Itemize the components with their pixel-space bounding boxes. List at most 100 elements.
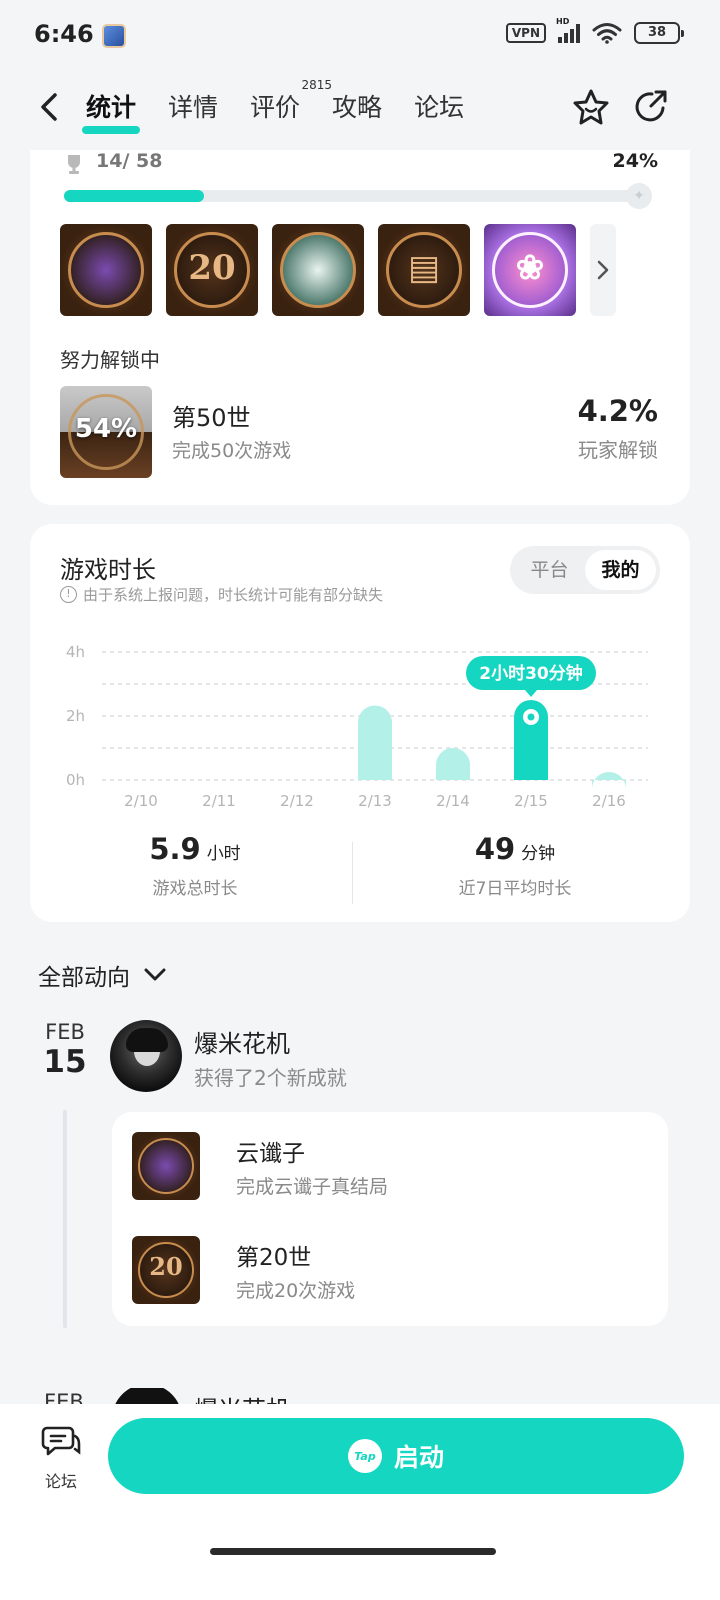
- back-icon[interactable]: [36, 92, 62, 122]
- achievement-description: 完成20次游戏: [236, 1280, 356, 1302]
- achievement-badge[interactable]: ▤: [378, 224, 470, 316]
- toggle-platform[interactable]: 平台: [514, 550, 585, 590]
- share-icon[interactable]: [630, 86, 672, 128]
- unlocking-section-label: 努力解锁中: [60, 348, 160, 372]
- x-tick-label: 2/14: [436, 792, 470, 810]
- progress-end-icon: ✦: [626, 183, 652, 209]
- feed-action-text: 获得了2个新成就: [194, 1066, 347, 1090]
- status-bar: 6:46 VPN HD 38: [0, 0, 720, 70]
- achievement-badge[interactable]: [60, 224, 152, 316]
- average-playtime-unit: 分钟: [521, 844, 556, 864]
- tab-forum[interactable]: 论坛: [414, 88, 464, 130]
- feed-month: FEB: [45, 1020, 85, 1044]
- forum-icon: [41, 1426, 81, 1456]
- bottom-action-bar: 论坛 Tap 启动: [0, 1404, 720, 1600]
- unlock-rate-label: 玩家解锁: [578, 438, 658, 462]
- chart-bar[interactable]: [436, 748, 470, 780]
- playtime-notice: ! 由于系统上报问题，时长统计可能有部分缺失: [60, 584, 383, 605]
- unlocking-title: 第50世: [172, 404, 251, 432]
- feed-achievement-item[interactable]: 云谶子 完成云谶子真结局: [132, 1132, 388, 1200]
- y-tick-label: 0h: [66, 771, 85, 789]
- achievement-badge[interactable]: ❀: [484, 224, 576, 316]
- achievement-badge: 20: [132, 1236, 200, 1304]
- total-playtime-unit: 小时: [206, 844, 241, 864]
- achievement-description: 完成云谶子真结局: [236, 1176, 389, 1198]
- tab-details[interactable]: 详情: [168, 88, 218, 130]
- achievement-title: 第20世: [236, 1245, 312, 1271]
- unlocking-description: 完成50次游戏: [172, 440, 292, 462]
- x-tick-label: 2/12: [280, 792, 314, 810]
- achievement-badge[interactable]: 20: [166, 224, 258, 316]
- achievement-card[interactable]: 14/ 58 24% ✦ 20 ▤ ❀ 努力解锁中 54% 第50世 完成50次…: [30, 150, 690, 505]
- star-icon[interactable]: [570, 86, 612, 128]
- average-playtime-label: 近7日平均时长: [458, 879, 572, 899]
- launch-button[interactable]: Tap 启动: [108, 1418, 684, 1494]
- feed-achievement-item[interactable]: 20 第20世 完成20次游戏: [132, 1236, 355, 1304]
- vpn-icon: VPN: [505, 23, 546, 43]
- y-tick-label: 2h: [66, 707, 85, 725]
- x-tick-label: 2/16: [592, 792, 626, 810]
- x-tick-label: 2/11: [202, 792, 236, 810]
- bar-marker-dot-center: [527, 713, 535, 721]
- playtime-chart: 4h 2h 0h 2/10 2/11 2/12 2/13 2/14 2小时30分钟 2/15 2/1…: [66, 643, 648, 810]
- tab-stats[interactable]: 统计: [81, 88, 141, 134]
- launch-label: 启动: [393, 1443, 444, 1472]
- unlock-rate: 4.2%: [577, 394, 658, 428]
- chevron-right-icon: [597, 260, 609, 280]
- avatar[interactable]: [110, 1020, 182, 1092]
- y-tick-label: 4h: [66, 643, 85, 661]
- taptap-logo-icon: Tap: [347, 1439, 382, 1473]
- signal-icon: HD: [556, 17, 580, 43]
- home-indicator[interactable]: [210, 1548, 496, 1555]
- tab-guides[interactable]: 攻略: [332, 88, 382, 130]
- feed-day: 15: [43, 1044, 87, 1080]
- achievement-title: 云谶子: [236, 1141, 305, 1167]
- network-type-label: HD: [556, 17, 570, 26]
- forum-button[interactable]: 论坛: [36, 1424, 86, 1492]
- wifi-icon: [592, 23, 622, 44]
- total-playtime-value: 5.9: [149, 832, 201, 866]
- status-icons: VPN HD 38: [505, 17, 684, 44]
- feed-header-label: 全部动向: [38, 965, 130, 991]
- feed-date: FEB 15: [40, 1020, 90, 1080]
- average-playtime-stat: 49 分钟 近7日平均时长: [350, 832, 680, 899]
- chart-tooltip-label: 2小时30分钟: [479, 663, 583, 684]
- chevron-down-icon: [144, 968, 166, 981]
- toggle-mine[interactable]: 我的: [585, 550, 656, 590]
- more-badges-button[interactable]: [590, 224, 616, 316]
- app-notification-icon: [102, 24, 126, 48]
- total-playtime-label: 游戏总时长: [152, 879, 238, 899]
- timeline-line: [63, 1110, 67, 1328]
- x-tick-label: 2/13: [358, 792, 392, 810]
- achievement-badge-row: 20 ▤ ❀: [60, 224, 616, 316]
- playtime-card: 游戏时长 ! 由于系统上报问题，时长统计可能有部分缺失 平台 我的 4h 2h 0h…: [30, 524, 690, 922]
- x-tick-label: 2/10: [124, 792, 158, 810]
- info-icon: !: [60, 586, 77, 603]
- achievement-badge: [132, 1132, 200, 1200]
- top-nav: 统计 详情 评价 2815 攻略 论坛: [0, 72, 720, 142]
- feed-username[interactable]: 爆米花机: [194, 1024, 290, 1059]
- total-playtime-stat: 5.9 小时 游戏总时长: [30, 832, 360, 899]
- status-time: 6:46: [34, 20, 94, 48]
- x-tick-label: 2/15: [514, 792, 548, 810]
- achievement-percent: 24%: [612, 150, 658, 172]
- chart-bar[interactable]: [358, 705, 392, 780]
- unlocking-badge[interactable]: 54%: [60, 386, 152, 478]
- review-count-badge: 2815: [301, 78, 333, 92]
- achievement-progress-fill: [64, 190, 204, 202]
- forum-label: 论坛: [44, 1472, 77, 1491]
- tab-reviews[interactable]: 评价 2815: [250, 78, 332, 130]
- trophy-icon: [68, 155, 80, 174]
- chart-tooltip-pointer: [525, 690, 537, 697]
- achievement-count: 14/ 58: [96, 150, 163, 172]
- playtime-title: 游戏时长: [60, 556, 156, 584]
- unlocking-progress-label: 54%: [74, 414, 138, 444]
- tab-bar: 统计 详情 评价 2815 攻略 论坛: [81, 78, 464, 134]
- feed-achievement-card: 云谶子 完成云谶子真结局 20 第20世 完成20次游戏: [112, 1112, 668, 1326]
- average-playtime-value: 49: [474, 832, 516, 866]
- platform-toggle: 平台 我的: [510, 546, 660, 594]
- battery-icon: 38: [634, 22, 684, 44]
- feed-filter-dropdown[interactable]: 全部动向: [38, 958, 166, 992]
- achievement-progress-bar: ✦: [64, 183, 652, 209]
- achievement-badge[interactable]: [272, 224, 364, 316]
